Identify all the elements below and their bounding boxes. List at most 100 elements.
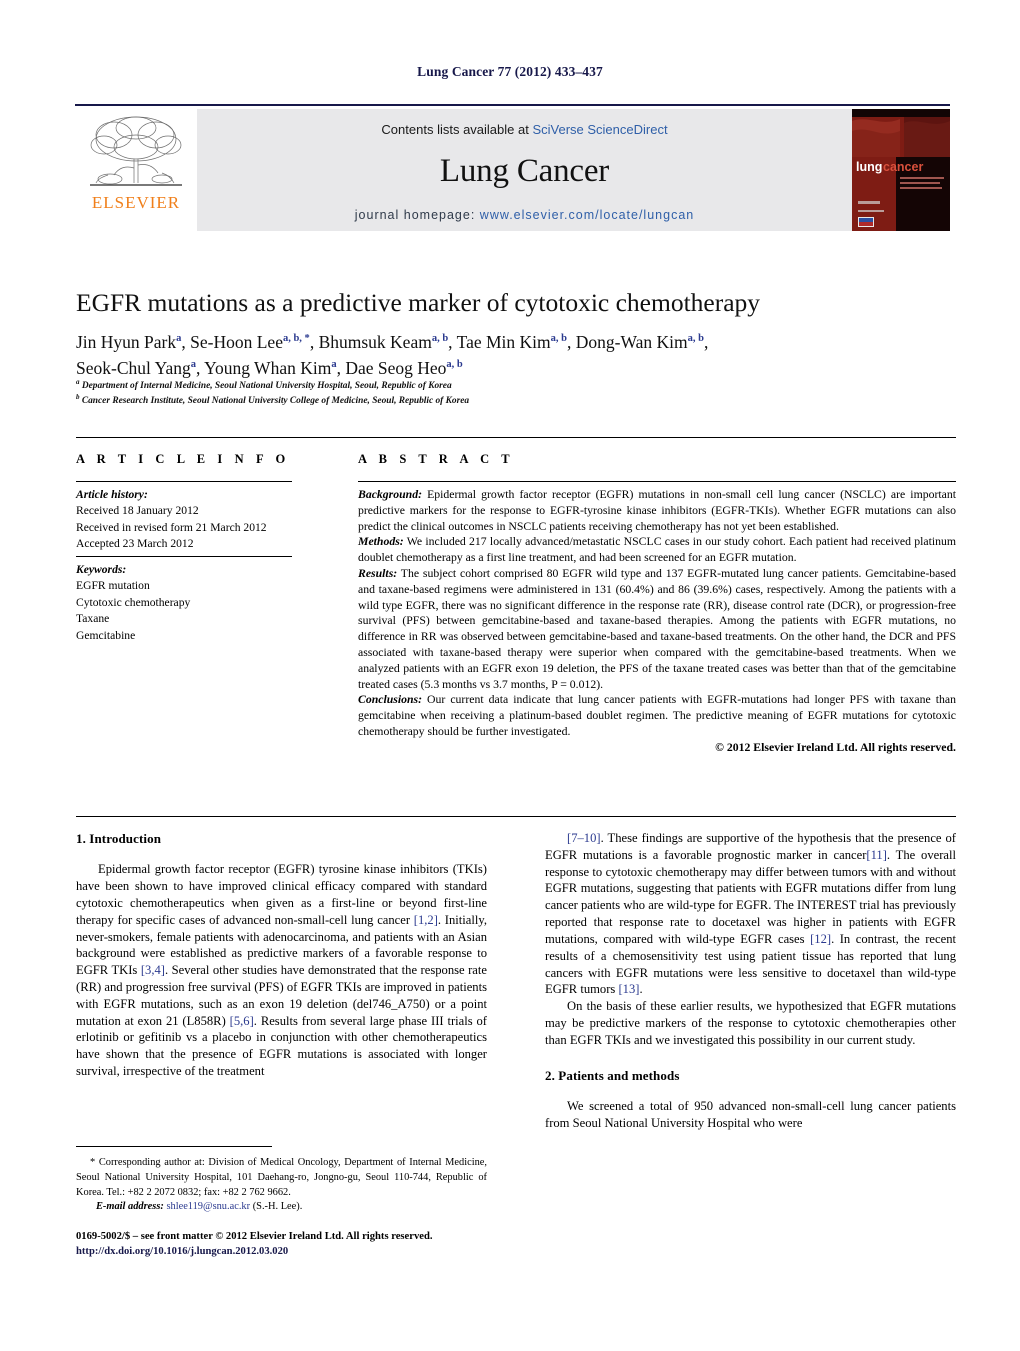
affiliation-marker: b xyxy=(76,393,80,402)
abstract-section-text: Epidermal growth factor receptor (EGFR) … xyxy=(358,488,956,533)
affiliation-item: a Department of Internal Medicine, Seoul… xyxy=(76,377,956,394)
abstract-section-label: Background: xyxy=(358,488,422,501)
citation-ref[interactable]: [13] xyxy=(618,982,639,996)
author-affiliation-marker: a xyxy=(190,359,196,371)
divider-keywords xyxy=(76,556,292,557)
imprint-block: 0169-5002/$ – see front matter © 2012 El… xyxy=(76,1229,576,1260)
footnote-divider xyxy=(76,1146,272,1147)
body-column-right: [7–10]. These findings are supportive of… xyxy=(545,830,956,1132)
citation-ref[interactable]: [12] xyxy=(810,932,831,946)
citation-ref[interactable]: [1,2] xyxy=(414,913,438,927)
keywords-label: Keywords: xyxy=(76,563,127,576)
abstract-section-label: Methods: xyxy=(358,535,404,549)
abstract-section: Conclusions: Our current data indicate t… xyxy=(358,692,956,739)
email-note: E-mail address: shlee119@snu.ac.kr (S.-H… xyxy=(76,1200,487,1215)
author-name: Jin Hyun Park xyxy=(76,332,177,352)
contents-list-line: Contents lists available at SciVerse Sci… xyxy=(381,122,667,137)
divider-info xyxy=(76,481,292,482)
author-affiliation-marker: a xyxy=(331,359,337,371)
email-owner: (S.-H. Lee). xyxy=(252,1201,303,1213)
author-list: Jin Hyun Parka, Se-Hoon Leea, b, *, Bhum… xyxy=(76,332,709,378)
citation-ref[interactable]: [11] xyxy=(866,848,887,862)
homepage-label: journal homepage: xyxy=(354,208,476,222)
author-affiliation-marker: a xyxy=(176,333,182,345)
affiliation-text: Cancer Research Institute, Seoul Nationa… xyxy=(81,396,470,407)
author-name: Tae Min Kim xyxy=(456,332,551,352)
abstract-section-text: We included 217 locally advanced/metasta… xyxy=(358,535,956,565)
journal-cover-thumbnail: lung cancer xyxy=(852,109,950,231)
elsevier-wordmark: ELSEVIER xyxy=(91,193,181,212)
article-title: EGFR mutations as a predictive marker of… xyxy=(76,288,761,317)
introduction-paragraph-2: On the basis of these earlier results, w… xyxy=(545,999,956,1047)
author-name: Dong-Wan Kim xyxy=(575,332,688,352)
introduction-paragraph: Epidermal growth factor receptor (EGFR) … xyxy=(76,861,487,1080)
citation-ref[interactable]: [3,4] xyxy=(141,963,165,977)
abstract-copyright: © 2012 Elsevier Ireland Ltd. All rights … xyxy=(715,740,956,754)
author-name: Dae Seog Heo xyxy=(345,357,447,378)
footnote-block: * Corresponding author at: Division of M… xyxy=(76,1156,487,1215)
abstract-section-label: Conclusions: xyxy=(358,693,422,707)
abstract-section-text: The subject cohort comprised 80 EGFR wil… xyxy=(358,566,956,691)
author-name: Se-Hoon Lee xyxy=(190,332,283,352)
email-link[interactable]: shlee119@snu.ac.kr xyxy=(166,1201,250,1212)
issn-front-matter: 0169-5002/$ – see front matter © 2012 El… xyxy=(76,1231,433,1242)
citation-ref[interactable]: [5,6] xyxy=(230,1014,254,1028)
journal-title: Lung Cancer xyxy=(439,153,610,189)
article-history-block: Article history: Received 18 January 201… xyxy=(76,487,326,553)
svg-text:lung: lung xyxy=(856,160,882,174)
divider-above-body xyxy=(76,816,956,817)
body-column-left: 1. Introduction Epidermal growth factor … xyxy=(76,830,487,1080)
abstract-body: Background: Epidermal growth factor rece… xyxy=(358,487,956,756)
article-history-item: Received in revised form 21 March 2012 xyxy=(76,520,267,534)
running-head: Lung Cancer 77 (2012) 433–437 xyxy=(417,64,603,79)
article-info-heading: A R T I C L E I N F O xyxy=(76,452,290,466)
abstract-section-label: Results: xyxy=(358,566,398,580)
article-page: Lung Cancer 77 (2012) 433–437 ELSEVIER C… xyxy=(0,0,1020,1351)
keywords-block: Keywords: EGFR mutation Cytotoxic chemot… xyxy=(76,562,326,644)
section-heading-introduction: 1. Introduction xyxy=(76,831,162,846)
abstract-section-text: Our current data indicate that lung canc… xyxy=(358,693,956,738)
svg-text:cancer: cancer xyxy=(883,160,923,174)
contents-prefix: Contents lists available at xyxy=(381,122,533,137)
journal-homepage-line: journal homepage: www.elsevier.com/locat… xyxy=(355,208,694,222)
email-label: E-mail address: xyxy=(96,1201,164,1213)
author-name: Young Whan Kim xyxy=(204,357,332,378)
author-affiliation-marker: a, b xyxy=(431,333,449,345)
sciencedirect-link[interactable]: SciVerse ScienceDirect xyxy=(532,122,667,137)
keyword-item: EGFR mutation xyxy=(76,579,150,593)
author-affiliation-marker: a, b xyxy=(446,359,463,371)
author-affiliation-marker: a, b xyxy=(687,333,704,345)
homepage-url[interactable]: www.elsevier.com/locate/lungcan xyxy=(480,208,694,222)
abstract-section: Background: Epidermal growth factor rece… xyxy=(358,487,956,534)
author-name: Bhumsuk Keam xyxy=(318,332,432,352)
divider-above-info xyxy=(76,437,956,438)
doi-link[interactable]: http://dx.doi.org/10.1016/j.lungcan.2012… xyxy=(76,1244,576,1259)
author-affiliation-marker: a, b xyxy=(550,333,567,345)
section-heading-patients-and-methods: 2. Patients and methods xyxy=(545,1067,680,1083)
keyword-item: Taxane xyxy=(76,612,110,626)
abstract-heading: A B S T R A C T xyxy=(358,452,515,466)
article-history-item: Received 18 January 2012 xyxy=(76,504,199,518)
affiliation-text: Department of Internal Medicine, Seoul N… xyxy=(81,381,452,391)
corresponding-author-note: * Corresponding author at: Division of M… xyxy=(76,1157,487,1198)
citation-ref[interactable]: [7–10] xyxy=(567,831,601,845)
divider-abstract xyxy=(358,481,956,482)
affiliation-item: b Cancer Research Institute, Seoul Natio… xyxy=(76,394,956,409)
keyword-item: Cytotoxic chemotherapy xyxy=(76,595,191,609)
author-name: Seok-Chul Yang xyxy=(76,357,191,378)
article-history-label: Article history: xyxy=(76,488,148,501)
abstract-section: Results: The subject cohort comprised 80… xyxy=(358,566,956,692)
journal-masthead: ELSEVIER Contents lists available at Sci… xyxy=(75,104,950,231)
author-affiliation-marker: a, b, * xyxy=(282,333,310,345)
elsevier-tree-icon xyxy=(90,116,182,186)
keyword-item: Gemcitabine xyxy=(76,628,136,642)
introduction-paragraph-continued: [7–10]. These findings are supportive of… xyxy=(545,830,956,998)
journal-banner: Contents lists available at SciVerse Sci… xyxy=(197,109,852,231)
cover-art: lung cancer xyxy=(852,109,950,231)
abstract-section: Methods: We included 217 locally advance… xyxy=(358,534,956,566)
intro-text: . xyxy=(639,982,643,997)
affiliation-marker: a xyxy=(76,377,80,386)
affiliation-list: a Department of Internal Medicine, Seoul… xyxy=(76,377,956,409)
elsevier-logo: ELSEVIER xyxy=(75,109,197,231)
article-history-item: Accepted 23 March 2012 xyxy=(76,537,194,551)
